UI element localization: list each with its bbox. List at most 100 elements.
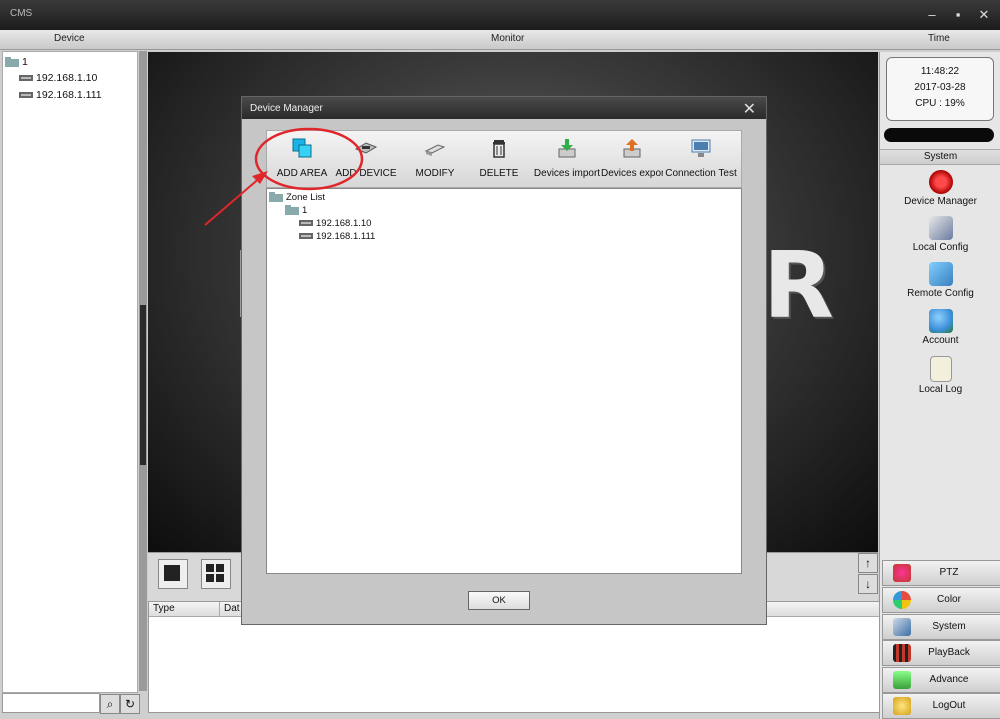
right-panel: 11:48:22 2017-03-28 CPU : 19% System Dev… xyxy=(879,52,1000,719)
device-search-input[interactable] xyxy=(2,693,100,713)
logout-label: LogOut xyxy=(932,700,966,711)
local-config-icon xyxy=(928,216,953,240)
maximize-button[interactable]: ▪ xyxy=(948,6,968,24)
zone-device-label: 192.168.1.111 xyxy=(316,231,376,242)
time-header: Time xyxy=(928,33,950,44)
playback-label: PlayBack xyxy=(928,647,970,658)
minimize-button[interactable]: – xyxy=(922,6,942,24)
tree-device-label: 192.168.1.10 xyxy=(36,72,98,84)
dialog-close-icon[interactable]: ✕ xyxy=(743,99,756,119)
folder-icon xyxy=(5,57,19,68)
device-manager-dialog: Device Manager ✕ ADD AREA ADD DEVICE MOD… xyxy=(241,96,767,625)
tree-device[interactable]: 192.168.1.10 xyxy=(19,72,97,84)
dvr-icon xyxy=(299,220,313,227)
playback-icon xyxy=(893,644,911,662)
advance-label: Advance xyxy=(929,674,969,685)
connection-test-label: Connection Test xyxy=(665,168,737,179)
system-section-header: System xyxy=(880,149,1000,165)
status-bar xyxy=(884,128,994,142)
clock-time: 11:48:22 xyxy=(920,66,960,77)
remote-config-button[interactable]: Remote Config xyxy=(880,262,1000,299)
logout-icon xyxy=(893,697,911,715)
advance-icon xyxy=(893,671,911,689)
dialog-title-bar[interactable]: Device Manager ✕ xyxy=(242,97,766,119)
collapse-handle[interactable] xyxy=(140,305,146,465)
dialog-toolbar: ADD AREA ADD DEVICE MODIFY DELETE Device… xyxy=(266,130,742,188)
connection-test-button[interactable]: Connection Test xyxy=(663,137,739,179)
import-icon xyxy=(558,139,576,158)
devices-export-button[interactable]: Devices expor xyxy=(601,137,663,179)
log-icon xyxy=(929,356,952,382)
tree-device[interactable]: 192.168.1.111 xyxy=(19,89,102,101)
tree-root[interactable]: 1 xyxy=(5,56,28,68)
devices-import-button[interactable]: Devices import xyxy=(533,137,601,179)
advance-button[interactable]: Advance xyxy=(882,667,1000,693)
view-scroll-arrows: ↑ ↓ xyxy=(858,553,878,594)
ptz-icon xyxy=(893,564,911,582)
local-config-button[interactable]: Local Config xyxy=(880,216,1000,253)
refresh-icon[interactable]: ↻ xyxy=(120,694,140,714)
tree-device-label: 192.168.1.111 xyxy=(36,89,102,101)
device-manager-label: Device Manager xyxy=(904,196,977,207)
modify-label: MODIFY xyxy=(415,168,455,179)
connection-test-icon xyxy=(691,139,711,157)
title-bar: CMS – ▪ ✕ xyxy=(0,0,1000,30)
color-button[interactable]: Color xyxy=(882,587,1000,613)
add-area-label: ADD AREA xyxy=(276,168,328,179)
tree-root-label: 1 xyxy=(22,56,28,68)
scroll-down-icon[interactable]: ↓ xyxy=(858,574,878,594)
add-area-button[interactable]: ADD AREA xyxy=(271,137,333,179)
ptz-label: PTZ xyxy=(939,567,959,578)
close-button[interactable]: ✕ xyxy=(974,6,994,24)
column-type[interactable]: Type xyxy=(149,602,220,617)
modify-icon xyxy=(424,144,446,156)
system-icon xyxy=(893,618,911,636)
watermark-letter: R xyxy=(763,232,834,339)
delete-button[interactable]: DELETE xyxy=(475,137,523,179)
search-icon[interactable]: ⌕ xyxy=(100,694,120,714)
dialog-title: Device Manager xyxy=(250,103,323,114)
zone-list-tree: Zone List 1 192.168.1.10 192.168.1.111 xyxy=(266,188,742,574)
ok-button[interactable]: OK xyxy=(468,591,530,610)
account-button[interactable]: Account xyxy=(880,309,1000,346)
record-icon xyxy=(928,170,953,194)
modify-button[interactable]: MODIFY xyxy=(411,137,459,179)
local-log-button[interactable]: Local Log xyxy=(880,356,1000,395)
add-device-label: ADD DEVICE xyxy=(335,168,397,179)
dvr-icon xyxy=(19,92,33,99)
scroll-up-icon[interactable]: ↑ xyxy=(858,553,878,573)
logout-button[interactable]: LogOut xyxy=(882,693,1000,719)
playback-button[interactable]: PlayBack xyxy=(882,640,1000,666)
color-icon xyxy=(893,591,911,609)
column-header-bar: Device Monitor Time xyxy=(0,30,1000,50)
ptz-button[interactable]: PTZ xyxy=(882,560,1000,586)
account-icon xyxy=(928,309,953,333)
add-device-button[interactable]: ADD DEVICE xyxy=(335,137,397,179)
clock-date: 2017-03-28 xyxy=(914,82,966,93)
local-config-label: Local Config xyxy=(912,242,969,253)
zone-area-label: 1 xyxy=(302,205,308,216)
zone-device[interactable]: 192.168.1.111 xyxy=(299,231,375,242)
device-header: Device xyxy=(54,33,85,44)
remote-config-label: Remote Config xyxy=(907,288,974,299)
delete-label: DELETE xyxy=(479,168,519,179)
add-device-icon xyxy=(354,142,378,154)
system-label: System xyxy=(932,621,966,632)
zone-list-root[interactable]: Zone List xyxy=(269,192,325,203)
device-manager-button[interactable]: Device Manager xyxy=(880,170,1000,207)
folder-icon xyxy=(285,205,299,216)
account-label: Account xyxy=(922,335,959,346)
trash-icon xyxy=(493,140,505,158)
dvr-icon xyxy=(299,233,313,240)
zone-area[interactable]: 1 xyxy=(285,205,307,216)
export-icon xyxy=(623,139,641,158)
single-view-button[interactable] xyxy=(158,559,188,589)
clock-display: 11:48:22 2017-03-28 CPU : 19% xyxy=(886,57,994,121)
quad-view-button[interactable] xyxy=(201,559,231,589)
zone-device[interactable]: 192.168.1.10 xyxy=(299,218,371,229)
device-tree: 1 192.168.1.10 192.168.1.111 xyxy=(2,51,138,693)
zone-list-root-label: Zone List xyxy=(286,192,326,203)
add-area-icon xyxy=(292,138,312,158)
color-label: Color xyxy=(937,594,961,605)
system-button[interactable]: System xyxy=(882,614,1000,640)
